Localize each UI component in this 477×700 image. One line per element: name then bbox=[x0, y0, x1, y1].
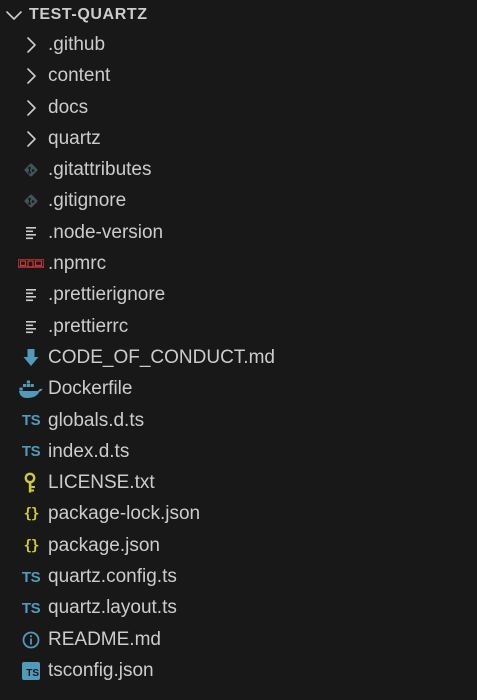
git-icon bbox=[18, 159, 44, 181]
file-item[interactable]: TS quartz.layout.ts bbox=[0, 592, 477, 623]
folder-item[interactable]: docs bbox=[0, 92, 477, 123]
item-label: LICENSE.txt bbox=[48, 472, 155, 494]
item-label: quartz bbox=[48, 127, 101, 149]
folder-item[interactable]: content bbox=[0, 60, 477, 91]
explorer-title: TEST-QUARTZ bbox=[29, 6, 148, 23]
file-item[interactable]: .prettierignore bbox=[0, 279, 477, 310]
item-label: .npmrc bbox=[48, 253, 107, 275]
item-label: .github bbox=[48, 34, 106, 55]
tsconfig-icon-text: TS bbox=[26, 667, 39, 679]
typescript-icon: TS bbox=[18, 566, 44, 588]
typescript-icon-text: TS bbox=[21, 412, 41, 430]
item-label: docs bbox=[48, 96, 89, 118]
item-label: .gitignore bbox=[48, 190, 127, 212]
file-item[interactable]: TS globals.d.ts bbox=[0, 405, 477, 436]
item-label: CODE_OF_CONDUCT.md bbox=[48, 346, 275, 368]
typescript-icon-text: TS bbox=[21, 599, 41, 617]
tsconfig-icon-box: TS bbox=[22, 661, 40, 680]
item-label: Dockerfile bbox=[48, 378, 133, 400]
git-icon bbox=[18, 190, 44, 212]
file-item[interactable]: LICENSE.txt bbox=[0, 467, 477, 498]
item-label: quartz.config.ts bbox=[48, 566, 177, 588]
file-item[interactable]: .gitattributes bbox=[0, 154, 477, 185]
json-braces-icon-text: {} bbox=[23, 537, 40, 554]
chevron-down-icon[interactable] bbox=[4, 5, 24, 25]
tsconfig-icon: TS bbox=[18, 660, 44, 682]
item-label: package.json bbox=[48, 534, 160, 556]
file-explorer: TEST-QUARTZ .github content docs quartz .git… bbox=[0, 0, 477, 700]
info-circle-icon bbox=[18, 629, 44, 651]
item-label: .gitattributes bbox=[48, 159, 152, 181]
text-lines-icon bbox=[18, 222, 44, 244]
item-label: globals.d.ts bbox=[48, 409, 145, 431]
file-item[interactable]: {} package-lock.json bbox=[0, 498, 477, 529]
item-label: content bbox=[48, 65, 111, 87]
chevron-right-icon bbox=[18, 97, 44, 119]
item-label: quartz.layout.ts bbox=[48, 597, 177, 619]
file-item[interactable]: TS tsconfig.json bbox=[0, 655, 477, 686]
typescript-icon: TS bbox=[18, 410, 44, 432]
file-item[interactable]: README.md bbox=[0, 624, 477, 655]
file-item[interactable]: CODE_OF_CONDUCT.md bbox=[0, 342, 477, 373]
folder-item[interactable]: .github bbox=[0, 29, 477, 60]
json-braces-icon: {} bbox=[18, 535, 44, 557]
chevron-right-icon bbox=[18, 65, 44, 87]
json-braces-icon-text: {} bbox=[23, 506, 40, 523]
typescript-icon-text: TS bbox=[21, 443, 41, 461]
file-tree: .github content docs quartz .gitattributes .g… bbox=[0, 29, 477, 686]
file-item[interactable]: {} package.json bbox=[0, 530, 477, 561]
npm-icon bbox=[18, 253, 44, 275]
item-label: package-lock.json bbox=[48, 503, 201, 525]
item-label: .prettierignore bbox=[48, 284, 166, 306]
file-item[interactable]: TS quartz.config.ts bbox=[0, 561, 477, 592]
docker-whale-icon bbox=[18, 378, 44, 400]
typescript-icon: TS bbox=[18, 597, 44, 619]
file-item[interactable]: .gitignore bbox=[0, 185, 477, 216]
chevron-right-icon bbox=[18, 128, 44, 150]
explorer-header[interactable]: TEST-QUARTZ bbox=[0, 0, 477, 30]
item-label: tsconfig.json bbox=[48, 659, 154, 681]
text-lines-icon bbox=[18, 284, 44, 306]
item-label: README.md bbox=[48, 628, 161, 650]
markdown-download-icon bbox=[18, 347, 44, 369]
chevron-right-icon bbox=[18, 34, 44, 56]
file-item[interactable]: .npmrc bbox=[0, 248, 477, 279]
file-item[interactable]: .node-version bbox=[0, 217, 477, 248]
item-label: .node-version bbox=[48, 221, 164, 243]
text-lines-icon bbox=[18, 316, 44, 338]
item-label: .prettierrc bbox=[48, 315, 129, 337]
license-key-icon bbox=[18, 472, 44, 494]
file-item[interactable]: Dockerfile bbox=[0, 373, 477, 404]
folder-item[interactable]: quartz bbox=[0, 123, 477, 154]
typescript-icon-text: TS bbox=[21, 568, 41, 586]
typescript-icon: TS bbox=[18, 441, 44, 463]
file-item[interactable]: .prettierrc bbox=[0, 311, 477, 342]
file-item[interactable]: TS index.d.ts bbox=[0, 436, 477, 467]
item-label: index.d.ts bbox=[48, 440, 130, 462]
json-braces-icon: {} bbox=[18, 503, 44, 525]
